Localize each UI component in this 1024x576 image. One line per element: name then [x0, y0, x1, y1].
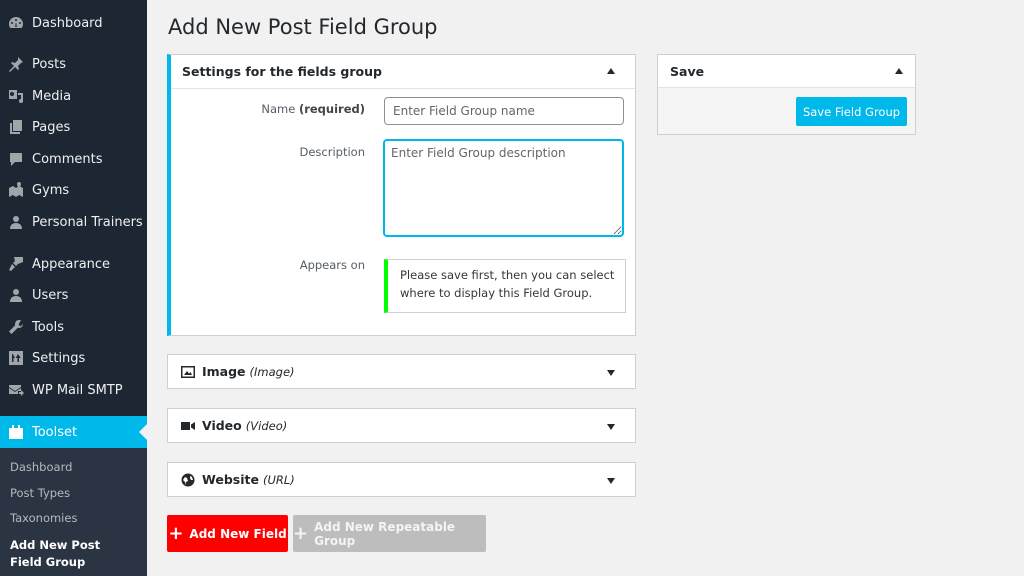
sidebar-item-label: Appearance: [32, 256, 111, 272]
paintbrush-icon: [8, 256, 24, 272]
settings-box-header[interactable]: Settings for the fields group: [171, 55, 635, 89]
field-type: (Image): [249, 364, 295, 379]
field-type: (URL): [262, 472, 295, 487]
expand-toggle-icon[interactable]: [607, 370, 615, 376]
submenu-item-add-new-post-field-group[interactable]: Add New Post Field Group: [10, 537, 130, 571]
save-box-header[interactable]: Save: [658, 55, 915, 88]
comment-icon: [8, 151, 24, 167]
save-field-group-button[interactable]: Save Field Group: [796, 97, 907, 126]
collapse-toggle-icon[interactable]: [607, 68, 615, 74]
save-box-title: Save: [670, 63, 705, 79]
field-group-name-input[interactable]: [384, 97, 624, 125]
users-icon: [8, 287, 24, 303]
add-new-field-button[interactable]: + Add New Field: [167, 515, 288, 552]
expand-toggle-icon[interactable]: [607, 478, 615, 484]
sidebar-item-personal-trainers[interactable]: Personal Trainers: [0, 207, 147, 237]
sidebar-item-label: Media: [32, 88, 72, 104]
collapse-toggle-icon[interactable]: [895, 68, 903, 74]
sidebar-item-media[interactable]: Media: [0, 81, 147, 111]
settings-box-title: Settings for the fields group: [182, 64, 382, 79]
sidebar-item-label: WP Mail SMTP: [32, 382, 123, 398]
globe-icon: [181, 473, 195, 487]
name-label-text: Name: [261, 102, 296, 116]
description-label: Description: [299, 145, 366, 159]
pages-icon: [8, 119, 24, 135]
sidebar-item-comments[interactable]: Comments: [0, 144, 147, 174]
map-icon: [8, 182, 24, 198]
mail-icon: [8, 382, 24, 398]
plus-icon: +: [168, 522, 184, 544]
add-repeatable-group-button[interactable]: + Add New Repeatable Group: [293, 515, 486, 552]
sidebar-item-appearance[interactable]: Appearance: [0, 249, 147, 279]
sidebar-item-label: Users: [32, 287, 69, 303]
save-postbox: Save Save Field Group: [657, 54, 916, 135]
sidebar-item-dashboard[interactable]: Dashboard: [0, 8, 147, 38]
active-indicator-arrow: [139, 424, 147, 440]
toolset-icon: [8, 424, 24, 440]
sidebar-item-wp-mail-smtp[interactable]: WP Mail SMTP: [0, 375, 147, 405]
sidebar-item-settings[interactable]: Settings: [0, 343, 147, 373]
field-name: Image: [202, 364, 246, 379]
settings-icon: [8, 350, 24, 366]
sidebar-item-label: Posts: [32, 56, 66, 72]
sidebar-item-label: Pages: [32, 119, 71, 135]
appears-on-label: Appears on: [299, 258, 365, 272]
video-icon: [181, 419, 195, 433]
page-title: Add New Post Field Group: [168, 15, 438, 39]
sidebar-item-label: Settings: [32, 350, 86, 366]
media-icon: [8, 88, 24, 104]
sidebar-item-label: Tools: [32, 319, 65, 335]
sidebar-item-label: Personal Trainers: [32, 214, 143, 230]
add-new-field-label: Add New Field: [189, 526, 287, 541]
sidebar-item-posts[interactable]: Posts: [0, 49, 147, 79]
add-repeatable-group-label: Add New Repeatable Group: [314, 519, 456, 548]
toolset-submenu: Dashboard Post Types Taxonomies Add New …: [0, 448, 147, 576]
field-name: Website: [202, 472, 259, 487]
wrench-icon: [8, 319, 24, 335]
field-group-description-input[interactable]: [383, 139, 624, 237]
sidebar-item-tools[interactable]: Tools: [0, 312, 147, 342]
field-type: (Video): [245, 418, 288, 433]
sidebar-item-toolset[interactable]: Toolset: [0, 416, 147, 448]
sidebar-item-label: Comments: [32, 151, 103, 167]
appears-on-notice: Please save first, then you can select w…: [384, 259, 626, 313]
name-label: Name (required): [215, 102, 365, 116]
sidebar-item-label: Dashboard: [32, 15, 103, 31]
field-item-video[interactable]: Video (Video): [167, 408, 636, 443]
image-icon: [181, 365, 195, 379]
admin-sidebar: Dashboard Posts Media Pages Comments Gym…: [0, 0, 147, 576]
sidebar-item-gyms[interactable]: Gyms: [0, 175, 147, 205]
sidebar-item-pages[interactable]: Pages: [0, 112, 147, 142]
sidebar-item-label: Toolset: [32, 424, 78, 440]
dashboard-icon: [8, 15, 24, 31]
sidebar-item-users[interactable]: Users: [0, 280, 147, 310]
field-name: Video: [202, 418, 242, 433]
submenu-item-post-types[interactable]: Post Types: [10, 486, 70, 500]
submenu-item-dashboard[interactable]: Dashboard: [10, 460, 72, 474]
field-item-image[interactable]: Image (Image): [167, 354, 636, 389]
required-marker: (required): [298, 102, 365, 116]
plus-icon: +: [293, 522, 309, 544]
pin-icon: [8, 56, 24, 72]
field-item-website[interactable]: Website (URL): [167, 462, 636, 497]
submenu-item-taxonomies[interactable]: Taxonomies: [10, 511, 77, 525]
user-icon: [8, 214, 24, 230]
sidebar-item-label: Gyms: [32, 182, 70, 198]
expand-toggle-icon[interactable]: [607, 424, 615, 430]
